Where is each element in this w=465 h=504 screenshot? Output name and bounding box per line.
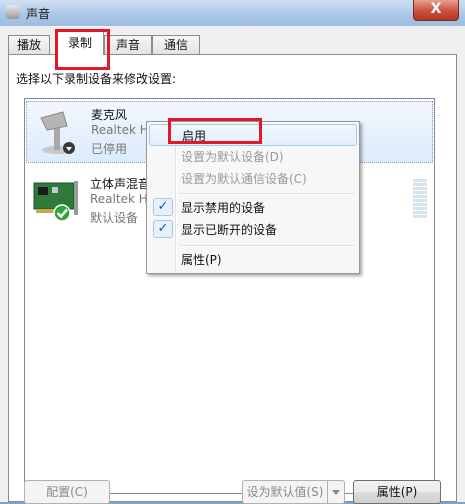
chevron-down-icon [332,490,340,495]
speaker-icon [6,5,20,19]
menu-item-properties[interactable]: 属性(P) [149,249,357,271]
menu-separator [179,245,355,247]
window-title: 声音 [26,7,51,21]
title-bar: 声音 X [0,0,465,27]
device-status: 默认设备 [90,211,139,225]
context-menu: 启用 设置为默认设备(D) 设置为默认通信设备(C) ✓ 显示禁用的设备 ✓ 显… [146,121,360,274]
microphone-icon [40,111,75,154]
device-name: 立体声混音 [90,177,151,191]
device-driver: Realtek H [90,192,148,206]
device-name: 麦克风 [91,108,128,122]
sound-card-icon [33,181,78,222]
checkmark-icon: ✓ [153,220,173,238]
properties-button[interactable]: 属性(P) [353,480,441,504]
configure-button[interactable]: 配置(C) [24,480,110,504]
menu-item-enable[interactable]: 启用 [149,124,357,146]
checkmark-icon: ✓ [153,198,173,216]
device-driver: Realtek H [91,123,149,137]
instruction-text: 选择以下录制设备来修改设置: [16,72,177,86]
set-default-button[interactable]: 设为默认值(S) [242,480,328,504]
menu-item-show-disabled[interactable]: ✓ 显示禁用的设备 [149,197,357,219]
tab-recording[interactable]: 录制 [56,30,104,55]
menu-item-show-disconnected[interactable]: ✓ 显示已断开的设备 [149,219,357,241]
tab-playback[interactable]: 播放 [8,35,50,54]
level-meter [413,179,427,219]
set-default-dropdown[interactable] [327,480,345,504]
menu-item-set-default-comm[interactable]: 设置为默认通信设备(C) [149,168,357,190]
menu-separator [179,193,355,195]
close-button[interactable]: X [413,0,459,21]
tab-sounds[interactable]: 声音 [104,35,152,54]
device-status: 已停用 [91,142,128,156]
menu-item-set-default[interactable]: 设置为默认设备(D) [149,146,357,168]
tab-communications[interactable]: 通信 [152,35,200,54]
